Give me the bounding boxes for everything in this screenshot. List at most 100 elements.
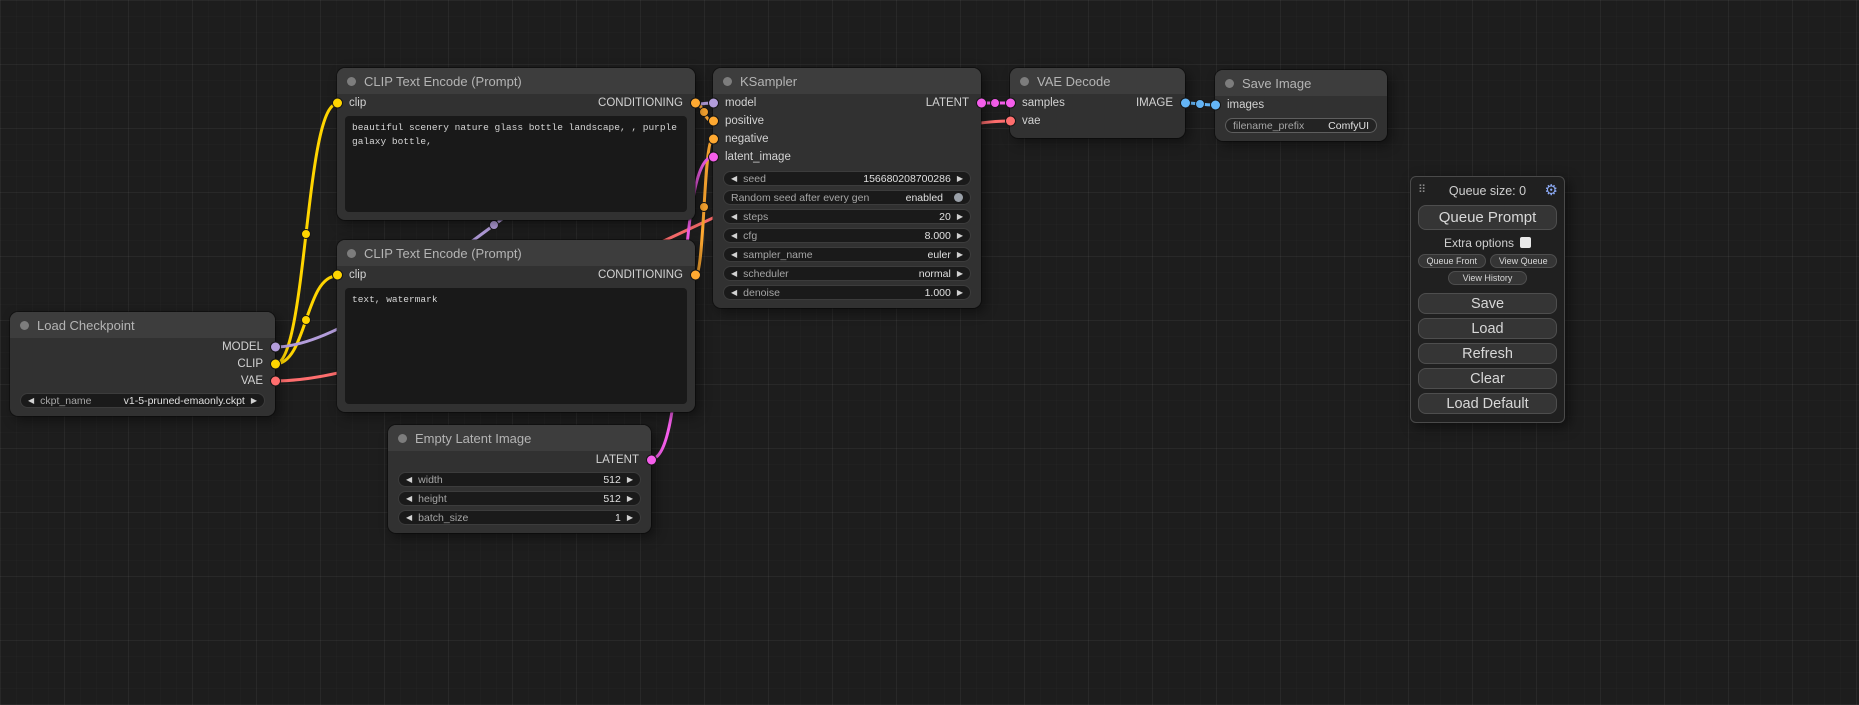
increment-arrow-icon[interactable]: ▶ [957,289,963,297]
clear-button[interactable]: Clear [1418,368,1557,389]
increment-arrow-icon[interactable]: ▶ [251,397,257,405]
node-vae-decode[interactable]: VAE Decode samples IMAGE vae [1010,68,1185,138]
view-history-button[interactable]: View History [1448,271,1528,285]
output-label: VAE [241,375,263,387]
batch-size-widget[interactable]: ◀ batch_size 1 ▶ [398,510,641,525]
latent-output-port[interactable] [977,99,986,108]
widget-name: denoise [743,287,780,299]
collapse-toggle-icon[interactable] [347,249,356,258]
load-default-button[interactable]: Load Default [1418,393,1557,414]
ckpt-name-widget[interactable]: ◀ ckpt_name v1-5-pruned-emaonly.ckpt ▶ [20,393,265,408]
increment-arrow-icon[interactable]: ▶ [957,175,963,183]
clip-input-port[interactable] [333,99,342,108]
node-title-bar[interactable]: Save Image [1215,70,1387,96]
width-widget[interactable]: ◀ width 512 ▶ [398,472,641,487]
clip-output-port[interactable] [271,359,280,368]
collapse-toggle-icon[interactable] [20,321,29,330]
node-title: KSampler [740,74,797,89]
queue-front-button[interactable]: Queue Front [1418,254,1486,268]
node-save-image[interactable]: Save Image images filename_prefix ComfyU… [1215,70,1387,141]
link-midpoint-dot [700,108,709,117]
collapse-toggle-icon[interactable] [1020,77,1029,86]
image-output-port[interactable] [1181,99,1190,108]
decrement-arrow-icon[interactable]: ◀ [731,289,737,297]
decrement-arrow-icon[interactable]: ◀ [406,476,412,484]
view-queue-button[interactable]: View Queue [1490,254,1558,268]
node-title-bar[interactable]: CLIP Text Encode (Prompt) [337,68,695,94]
widget-value: 8.000 [925,230,951,242]
collapse-toggle-icon[interactable] [723,77,732,86]
filename-prefix-widget[interactable]: filename_prefix ComfyUI [1225,118,1377,133]
conditioning-output-port[interactable] [691,99,700,108]
images-input-port[interactable] [1211,101,1220,110]
vae-input-port[interactable] [1006,117,1015,126]
denoise-widget[interactable]: ◀ denoise 1.000 ▶ [723,285,971,300]
node-ksampler[interactable]: KSampler model LATENT positive negative … [713,68,981,308]
increment-arrow-icon[interactable]: ▶ [627,476,633,484]
graph-canvas[interactable]: Load Checkpoint MODEL CLIP VAE ◀ ckpt_na… [0,0,1859,705]
clip-input-port[interactable] [333,271,342,280]
decrement-arrow-icon[interactable]: ◀ [731,175,737,183]
negative-input-port[interactable] [709,135,718,144]
extra-options-checkbox[interactable] [1520,237,1531,248]
decrement-arrow-icon[interactable]: ◀ [406,495,412,503]
scheduler-widget[interactable]: ◀ scheduler normal ▶ [723,266,971,281]
extra-options-label: Extra options [1444,236,1514,250]
node-title-bar[interactable]: KSampler [713,68,981,94]
settings-gear-icon[interactable]: ⚙ [1545,181,1558,199]
model-input-port[interactable] [709,99,718,108]
output-label: LATENT [926,97,969,109]
seed-widget[interactable]: ◀ seed 156680208700286 ▶ [723,171,971,186]
collapse-toggle-icon[interactable] [1225,79,1234,88]
increment-arrow-icon[interactable]: ▶ [957,251,963,259]
load-button[interactable]: Load [1418,318,1557,339]
vae-output-port[interactable] [271,376,280,385]
cfg-widget[interactable]: ◀ cfg 8.000 ▶ [723,228,971,243]
decrement-arrow-icon[interactable]: ◀ [731,251,737,259]
collapse-toggle-icon[interactable] [347,77,356,86]
increment-arrow-icon[interactable]: ▶ [627,514,633,522]
widget-name: scheduler [743,268,789,280]
decrement-arrow-icon[interactable]: ◀ [731,213,737,221]
conditioning-output-port[interactable] [691,271,700,280]
node-title-bar[interactable]: Empty Latent Image [388,425,651,451]
latent-image-input-port[interactable] [709,153,718,162]
decrement-arrow-icon[interactable]: ◀ [28,397,34,405]
height-widget[interactable]: ◀ height 512 ▶ [398,491,641,506]
increment-arrow-icon[interactable]: ▶ [957,232,963,240]
collapse-toggle-icon[interactable] [398,434,407,443]
prompt-textarea[interactable]: text, watermark [345,288,687,404]
random-seed-toggle-widget[interactable]: Random seed after every gen enabled [723,190,971,205]
decrement-arrow-icon[interactable]: ◀ [406,514,412,522]
samples-input-port[interactable] [1006,99,1015,108]
node-empty-latent-image[interactable]: Empty Latent Image LATENT ◀ width 512 ▶ … [388,425,651,533]
input-label: samples [1022,97,1065,109]
save-button[interactable]: Save [1418,293,1557,314]
node-title-bar[interactable]: Load Checkpoint [10,312,275,338]
node-title-bar[interactable]: CLIP Text Encode (Prompt) [337,240,695,266]
node-clip-text-encode-positive[interactable]: CLIP Text Encode (Prompt) clip CONDITION… [337,68,695,220]
refresh-button[interactable]: Refresh [1418,343,1557,364]
output-label: CONDITIONING [598,269,683,281]
decrement-arrow-icon[interactable]: ◀ [731,232,737,240]
sampler-name-widget[interactable]: ◀ sampler_name euler ▶ [723,247,971,262]
prompt-textarea[interactable]: beautiful scenery nature glass bottle la… [345,116,687,212]
decrement-arrow-icon[interactable]: ◀ [731,270,737,278]
input-label: positive [725,115,764,127]
positive-input-port[interactable] [709,117,718,126]
latent-output-port[interactable] [647,455,656,464]
node-load-checkpoint[interactable]: Load Checkpoint MODEL CLIP VAE ◀ ckpt_na… [10,312,275,416]
node-clip-text-encode-negative[interactable]: CLIP Text Encode (Prompt) clip CONDITION… [337,240,695,412]
input-label: images [1227,99,1264,111]
drag-handle-icon[interactable]: ⠿ [1418,183,1426,196]
model-output-port[interactable] [271,342,280,351]
increment-arrow-icon[interactable]: ▶ [957,213,963,221]
link-midpoint-dot [302,230,311,239]
increment-arrow-icon[interactable]: ▶ [957,270,963,278]
node-title-bar[interactable]: VAE Decode [1010,68,1185,94]
queue-prompt-button[interactable]: Queue Prompt [1418,205,1557,230]
increment-arrow-icon[interactable]: ▶ [627,495,633,503]
steps-widget[interactable]: ◀ steps 20 ▶ [723,209,971,224]
link-midpoint-dot [1196,100,1205,109]
toggle-knob-icon[interactable] [954,193,963,202]
